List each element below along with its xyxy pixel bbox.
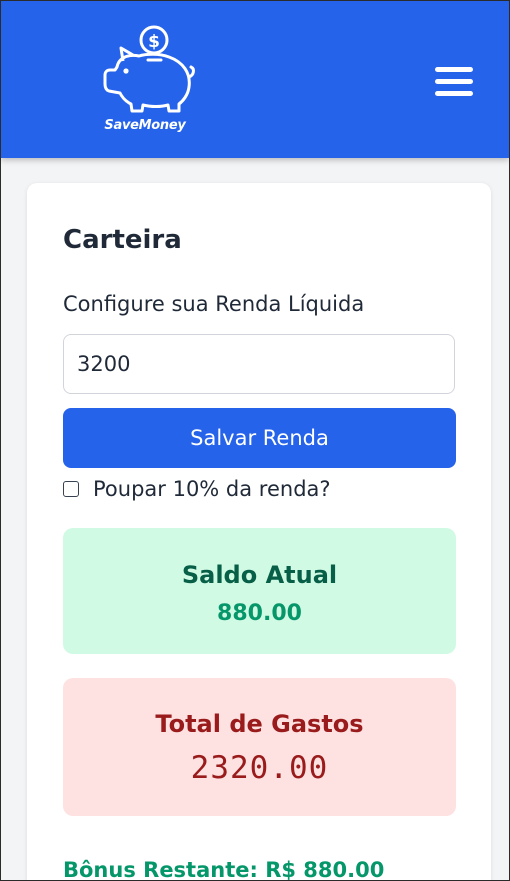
save-ten-percent-option[interactable]: Poupar 10% da renda?: [63, 474, 331, 504]
remaining-bonus-text: Bônus Restante: R$ 880.00: [63, 858, 385, 881]
total-expenses-title: Total de Gastos: [155, 710, 364, 738]
menu-line: [435, 91, 473, 96]
current-balance-value: 880.00: [217, 601, 302, 626]
current-balance-panel: Saldo Atual 880.00: [63, 528, 456, 654]
menu-line: [435, 79, 473, 84]
wallet-card: Carteira Configure sua Renda Líquida Sal…: [27, 183, 491, 881]
total-expenses-value: 2320.00: [190, 750, 329, 786]
hamburger-menu-icon[interactable]: [435, 65, 475, 99]
top-navbar: $ SaveMoney: [1, 1, 509, 158]
save-income-button[interactable]: Salvar Renda: [63, 408, 456, 468]
total-expenses-panel: Total de Gastos 2320.00: [63, 678, 456, 816]
income-label: Configure sua Renda Líquida: [63, 292, 365, 316]
svg-text:$: $: [148, 32, 160, 52]
logo-text: SaveMoney: [104, 118, 186, 133]
piggy-bank-icon: $: [103, 25, 195, 113]
app-frame: $ SaveMoney Carteira Configure sua Renda…: [0, 0, 510, 881]
wallet-title: Carteira: [63, 225, 182, 255]
menu-line: [435, 67, 473, 72]
save-ten-percent-checkbox[interactable]: [63, 481, 79, 497]
save-ten-percent-label: Poupar 10% da renda?: [93, 477, 331, 501]
savemoney-logo[interactable]: $ SaveMoney: [95, 21, 199, 139]
current-balance-title: Saldo Atual: [181, 561, 338, 589]
income-input[interactable]: [63, 334, 455, 394]
